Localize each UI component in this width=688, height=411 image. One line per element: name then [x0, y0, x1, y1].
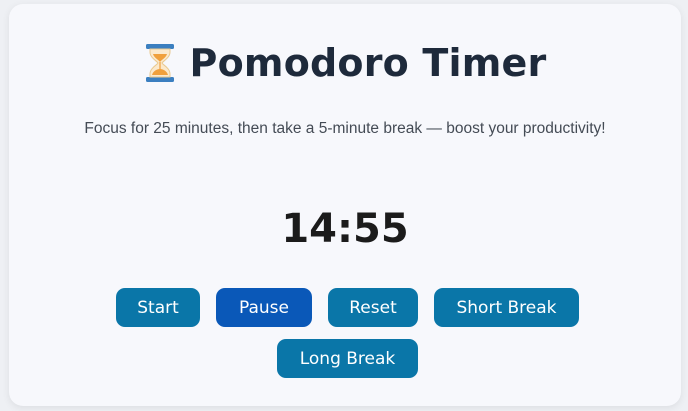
pomodoro-card: Pomodoro Timer Focus for 25 minutes, the…: [9, 4, 681, 406]
long-break-button[interactable]: Long Break: [277, 339, 418, 378]
page-title: Pomodoro Timer: [189, 41, 547, 85]
hourglass-icon: [144, 43, 176, 83]
reset-button[interactable]: Reset: [328, 288, 418, 327]
pause-button[interactable]: Pause: [216, 288, 312, 327]
short-break-button[interactable]: Short Break: [434, 288, 579, 327]
start-button[interactable]: Start: [116, 288, 200, 327]
timer-display: 14:55: [281, 206, 409, 252]
subtitle: Focus for 25 minutes, then take a 5-minu…: [84, 120, 606, 137]
title-row: Pomodoro Timer: [9, 38, 681, 88]
